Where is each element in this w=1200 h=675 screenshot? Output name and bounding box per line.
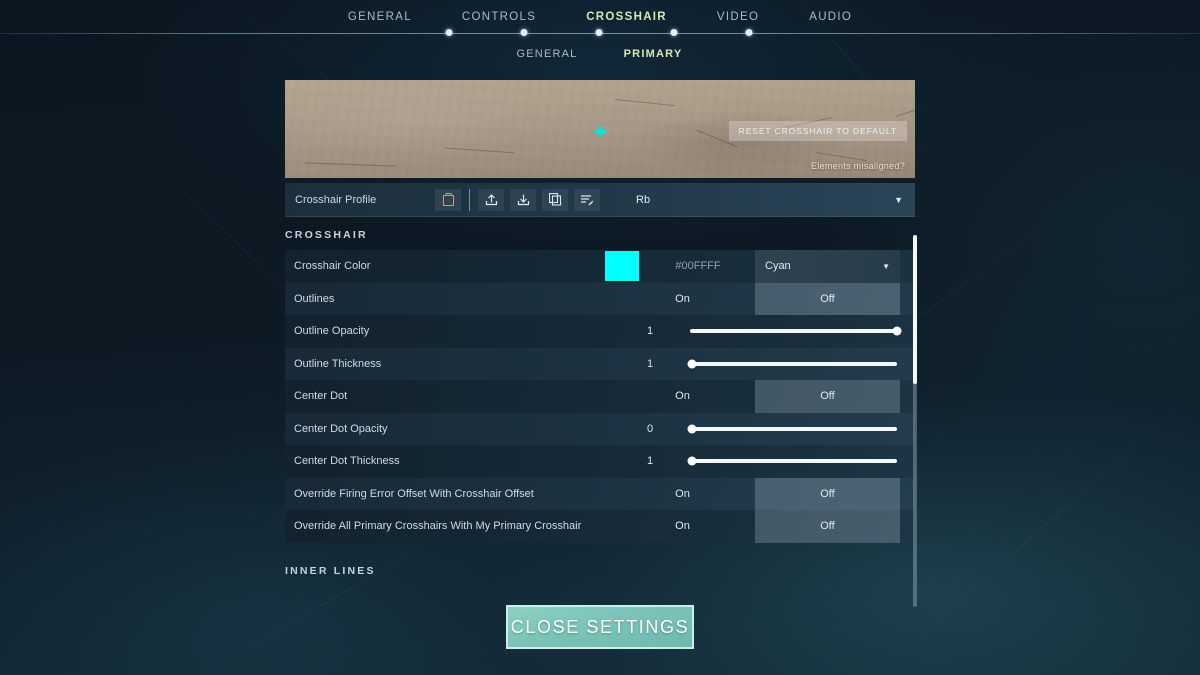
panel-scrollbar[interactable] — [913, 235, 917, 607]
scrollbar-thumb[interactable] — [913, 235, 917, 384]
download-profile-button[interactable] — [510, 188, 536, 211]
toggle-option-on[interactable]: On — [610, 380, 755, 413]
crosshair-color-swatch[interactable] — [605, 251, 639, 282]
settings-row: Crosshair Color #00FFFF Cyan ▼ — [285, 250, 915, 283]
settings-row: Center Dot On Off — [285, 380, 915, 413]
slider-knob[interactable] — [687, 424, 697, 434]
settings-row-list: Crosshair Color #00FFFF Cyan ▼ Outlines On Off… — [285, 250, 915, 543]
nav-dot-list — [0, 29, 1200, 38]
copy-profile-button[interactable] — [542, 188, 568, 211]
crosshair-profile-label: Crosshair Profile — [295, 193, 377, 206]
settings-row-control: 1 — [605, 445, 915, 478]
slider-track[interactable] — [690, 326, 902, 336]
settings-row-label: Center Dot Thickness — [294, 455, 400, 468]
chevron-down-icon: ▼ — [882, 261, 890, 271]
toggle-group: On Off — [610, 282, 900, 316]
nav-tab-general[interactable]: GENERAL — [348, 11, 412, 23]
settings-row: Override Firing Error Offset With Crossh… — [285, 477, 915, 511]
settings-row-control: On Off — [605, 380, 915, 413]
settings-row-label: Outline Opacity — [294, 325, 370, 338]
nav-tab-audio[interactable]: AUDIO — [809, 11, 852, 23]
slider-value: 1 — [646, 455, 654, 468]
toggle-group: On Off — [610, 477, 900, 511]
toggle-group: On Off — [610, 510, 900, 543]
subnav-item-primary[interactable]: PRIMARY — [624, 48, 683, 60]
settings-row-label: Outline Thickness — [294, 357, 382, 370]
settings-row: Outlines On Off — [285, 282, 915, 316]
crosshair-profile-value[interactable]: Rb — [606, 194, 894, 206]
crosshair-color-hex[interactable]: #00FFFF — [639, 260, 757, 272]
toggle-option-off[interactable]: Off — [755, 477, 900, 510]
section-header-crosshair: CROSSHAIR — [285, 229, 368, 241]
slider[interactable] — [687, 445, 897, 478]
settings-row-label: Override Firing Error Offset With Crossh… — [294, 487, 534, 500]
rename-icon — [580, 193, 594, 206]
slider-value: 1 — [646, 357, 654, 370]
settings-panel: RESET CROSSHAIR TO DEFAULT Elements misa… — [285, 80, 917, 607]
slider-track[interactable] — [687, 456, 897, 466]
nav-dot-audio[interactable] — [745, 29, 753, 36]
toggle-option-off[interactable]: Off — [755, 510, 900, 543]
settings-row: Outline Opacity 1 — [285, 315, 915, 348]
settings-row: Outline Thickness 1 — [285, 347, 915, 381]
toggle-option-off[interactable]: Off — [755, 380, 900, 413]
nav-tab-video[interactable]: VIDEO — [717, 11, 759, 23]
upload-icon — [485, 193, 498, 206]
settings-row-label: Crosshair Color — [294, 260, 371, 273]
crosshair-color-select-value: Cyan — [765, 260, 791, 273]
settings-row-label: Center Dot Opacity — [294, 422, 388, 435]
settings-row-control: On Off — [605, 477, 915, 511]
slider-knob[interactable] — [687, 359, 697, 369]
slider[interactable] — [687, 348, 897, 381]
slider-track[interactable] — [687, 359, 897, 369]
elements-misaligned-link[interactable]: Elements misaligned? — [811, 161, 905, 171]
slider-track[interactable] — [687, 424, 897, 434]
toggle-option-on[interactable]: On — [610, 478, 755, 511]
delete-icon — [442, 193, 454, 206]
nav-tab-crosshair[interactable]: CROSSHAIR — [586, 11, 667, 23]
slider-value: 0 — [646, 422, 654, 435]
slider-value: 1 — [646, 325, 654, 338]
rename-profile-button[interactable] — [574, 188, 600, 211]
icon-divider — [469, 188, 470, 211]
settings-row-control: On Off — [605, 510, 915, 543]
close-settings-button[interactable]: CLOSE SETTINGS — [506, 605, 694, 649]
toggle-option-off[interactable]: Off — [755, 282, 900, 315]
nav-dot-video[interactable] — [670, 29, 678, 36]
toggle-option-on[interactable]: On — [610, 510, 755, 543]
settings-row-label: Override All Primary Crosshairs With My … — [294, 520, 582, 533]
upload-profile-button[interactable] — [478, 188, 504, 211]
settings-row: Center Dot Thickness 1 — [285, 445, 915, 478]
toggle-group: On Off — [610, 380, 900, 413]
settings-row-control: 1 — [605, 348, 915, 381]
settings-row-control: 0 — [605, 413, 915, 446]
toggle-option-on[interactable]: On — [610, 283, 755, 316]
nav-tab-controls[interactable]: CONTROLS — [462, 11, 536, 23]
download-icon — [517, 193, 530, 206]
crosshair-profile-bar: Crosshair Profile Rb ▼ — [285, 183, 915, 217]
sub-navigation: GENERAL PRIMARY — [0, 48, 1200, 68]
settings-row-control: 1 — [605, 315, 915, 348]
crosshair-color-select[interactable]: Cyan ▼ — [755, 250, 900, 283]
settings-row-control: #00FFFF Cyan ▼ — [605, 250, 915, 283]
settings-row: Override All Primary Crosshairs With My … — [285, 510, 915, 543]
slider[interactable] — [687, 413, 897, 446]
settings-row: Center Dot Opacity 0 — [285, 412, 915, 446]
subnav-item-general[interactable]: GENERAL — [517, 48, 578, 60]
nav-dot-general[interactable] — [445, 29, 453, 36]
slider-knob[interactable] — [892, 326, 902, 336]
reset-crosshair-button[interactable]: RESET CROSSHAIR TO DEFAULT — [728, 121, 907, 141]
crosshair-preview-panel: RESET CROSSHAIR TO DEFAULT Elements misa… — [285, 80, 915, 178]
slider[interactable] — [690, 315, 902, 348]
delete-profile-button[interactable] — [435, 188, 461, 211]
settings-row-control: On Off — [605, 282, 915, 316]
slider-knob[interactable] — [687, 456, 697, 466]
nav-dot-crosshair[interactable] — [595, 29, 603, 36]
section-header-inner-lines: INNER LINES — [285, 564, 376, 577]
settings-row-label: Outlines — [294, 292, 335, 305]
chevron-down-icon[interactable]: ▼ — [894, 195, 903, 205]
settings-row-label: Center Dot — [294, 390, 348, 403]
copy-icon — [548, 193, 562, 206]
nav-dot-controls[interactable] — [520, 29, 528, 36]
